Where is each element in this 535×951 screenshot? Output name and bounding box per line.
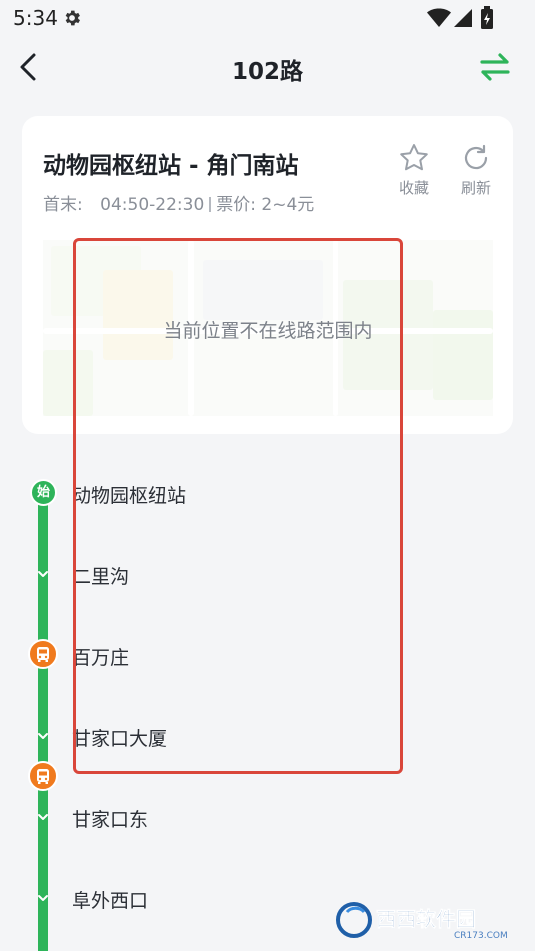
wifi-icon bbox=[427, 8, 451, 27]
refresh-icon bbox=[464, 144, 488, 170]
settings-gear-icon bbox=[65, 10, 80, 26]
fare-info: 票价: 2~4元 bbox=[216, 195, 315, 215]
chevron-down-icon bbox=[38, 895, 48, 901]
bus-icon bbox=[37, 769, 49, 784]
start-marker: 始 bbox=[30, 479, 57, 506]
top-nav-bar: 102路 bbox=[0, 36, 535, 98]
svg-text:西西软件园: 西西软件园 bbox=[376, 907, 476, 931]
bus-marker bbox=[28, 639, 58, 669]
bus-marker-between-stops bbox=[28, 761, 58, 791]
watermark-logo: 西西软件园 CR173.COM bbox=[336, 902, 508, 941]
hours-label: 首末: bbox=[43, 195, 83, 215]
favorite-label: 收藏 bbox=[398, 179, 429, 197]
route-name: 动物园枢纽站 - 角门南站 bbox=[43, 153, 299, 179]
route-schedule-info: 首末: 04:50-22:30 票价: 2~4元 bbox=[43, 190, 314, 215]
star-icon bbox=[400, 144, 428, 171]
switch-direction-icon[interactable] bbox=[478, 50, 512, 84]
chevron-down-icon bbox=[38, 814, 48, 820]
status-time: 5:34 bbox=[13, 6, 58, 30]
stop-item[interactable]: 甘家口东 bbox=[0, 800, 535, 881]
refresh-label: 刷新 bbox=[460, 179, 491, 197]
favorite-button[interactable]: 收藏 bbox=[392, 142, 436, 198]
signal-icon bbox=[454, 9, 472, 27]
operating-hours: 04:50-22:30 bbox=[100, 195, 205, 215]
bus-icon bbox=[37, 647, 49, 662]
refresh-button[interactable]: 刷新 bbox=[454, 142, 498, 198]
status-bar: 5:34 bbox=[0, 0, 535, 36]
battery-icon bbox=[481, 6, 493, 29]
chevron-down-icon bbox=[38, 571, 48, 577]
stop-name: 阜外西口 bbox=[72, 890, 149, 912]
page-title: 102路 bbox=[231, 59, 303, 85]
svg-text:CR173.COM: CR173.COM bbox=[454, 931, 508, 941]
highlight-annotation-frame bbox=[73, 238, 403, 774]
stop-name: 甘家口东 bbox=[72, 809, 149, 831]
info-divider bbox=[209, 197, 212, 212]
chevron-down-icon bbox=[38, 733, 48, 739]
